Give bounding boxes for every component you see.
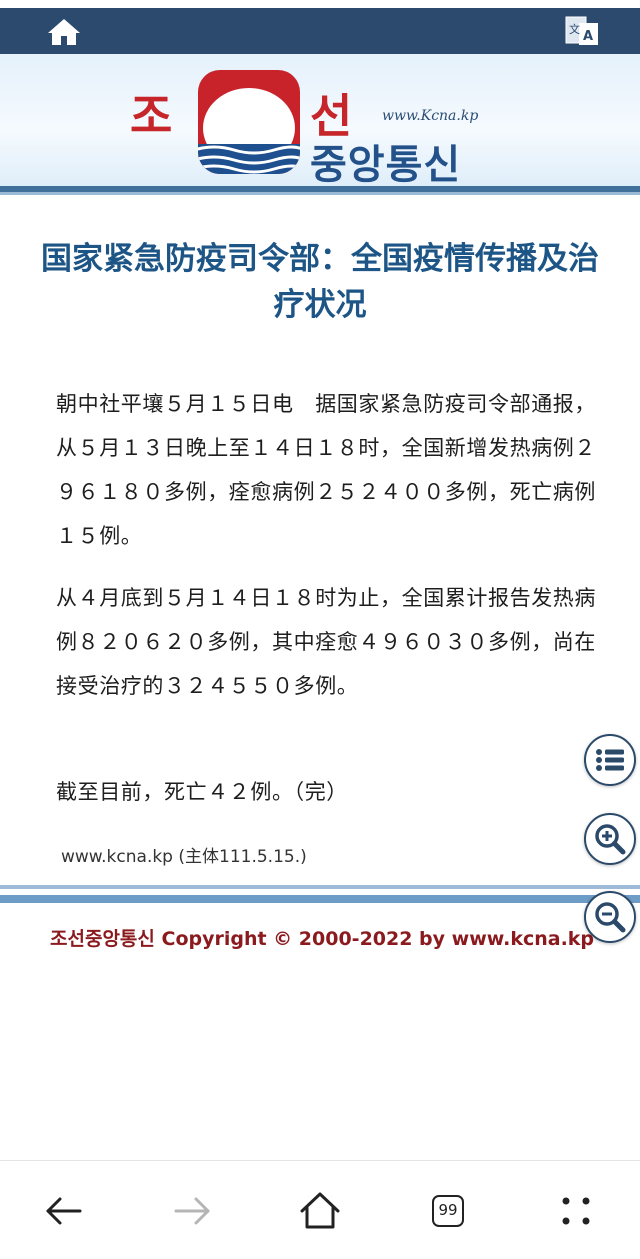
- browser-home-button[interactable]: [298, 1189, 342, 1233]
- kcna-logo[interactable]: 조 선 www.Kcna.kp 중앙통신: [130, 64, 520, 190]
- logo-text-jo: 조: [130, 89, 173, 143]
- menu-dots-icon: [562, 1197, 590, 1225]
- copyright-text: 조선중앙통신 Copyright © 2000-2022 by www.kcna…: [50, 928, 595, 950]
- svg-text:文: 文: [569, 22, 580, 36]
- back-arrow-icon: [46, 1197, 82, 1225]
- forward-button[interactable]: [170, 1189, 214, 1233]
- zoom-out-icon: [595, 902, 626, 933]
- home-icon: [300, 1192, 340, 1229]
- top-bar: 文 A: [0, 8, 640, 54]
- article-paragraph: 朝中社平壤５月１５日电 据国家紧急防疫司令部通报，从５月１３日晚上至１４日１８时…: [56, 392, 596, 548]
- forward-arrow-icon: [174, 1197, 210, 1225]
- article-paragraph: 从４月底到５月１４日１８时为止，全国累计报告发热病例８２０６２０多例，其中痊愈４…: [56, 586, 596, 698]
- article-source: www.kcna.kp (主体111.5.15.): [61, 847, 307, 867]
- back-button[interactable]: [42, 1189, 86, 1233]
- list-button[interactable]: [584, 734, 636, 786]
- zoom-in-button[interactable]: [584, 813, 636, 865]
- site-banner: 조 선 www.Kcna.kp 중앙통신: [0, 54, 640, 194]
- translate-icon[interactable]: 文 A: [565, 15, 599, 47]
- list-icon: [596, 749, 624, 771]
- article-paragraph: 截至目前，死亡４２例。（完）: [56, 780, 348, 804]
- menu-button[interactable]: [554, 1189, 598, 1233]
- browser-bottom-bar: 99: [0, 1160, 640, 1259]
- tabs-button[interactable]: 99: [426, 1189, 470, 1233]
- zoom-out-button[interactable]: [584, 891, 636, 943]
- logo-url: www.Kcna.kp: [382, 108, 479, 124]
- tab-count-badge: 99: [432, 1195, 464, 1227]
- logo-text-agency: 중앙통신: [310, 142, 462, 188]
- home-icon[interactable]: [46, 17, 82, 47]
- kcna-emblem-icon: [198, 70, 300, 174]
- banner-divider-light: [0, 192, 640, 195]
- svg-text:A: A: [583, 29, 593, 44]
- footer-divider-thick: [0, 895, 640, 903]
- footer-divider: [0, 885, 640, 889]
- zoom-in-icon: [595, 824, 626, 855]
- article-title: 国家紧急防疫司令部：全国疫情传播及治疗状况: [41, 241, 599, 323]
